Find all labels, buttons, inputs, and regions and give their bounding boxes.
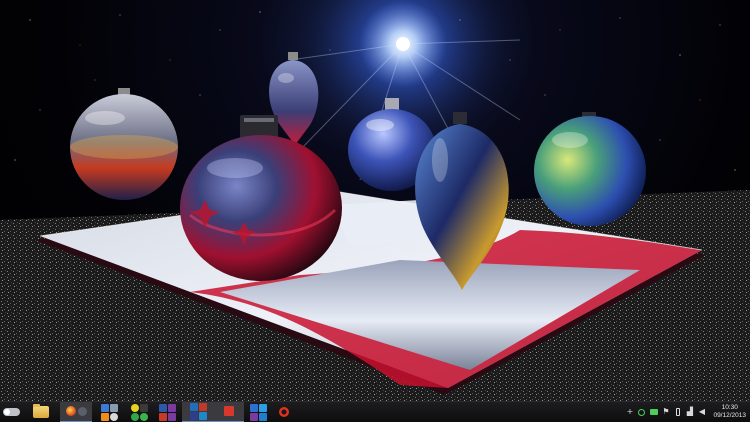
tools-group-button[interactable] <box>92 402 126 422</box>
tools-group-icon <box>100 403 118 421</box>
office-group-icon <box>158 403 176 421</box>
christmas-ornaments-wallpaper <box>0 0 750 401</box>
file-explorer-button[interactable] <box>22 402 60 422</box>
dell-icon <box>224 406 234 416</box>
taskbar: + ⚑ ▟ ◀ 10:30 09/12/2013 <box>0 401 750 422</box>
dell-button[interactable] <box>214 401 244 422</box>
volume-icon[interactable]: ◀ <box>697 408 706 417</box>
pocket-button[interactable] <box>272 402 296 422</box>
mail-group-button[interactable] <box>244 402 272 422</box>
action-center-flag-icon[interactable]: ⚑ <box>661 408 670 417</box>
firefox-button[interactable] <box>60 401 92 422</box>
desktop-wallpaper <box>0 0 750 401</box>
adobe-group-button[interactable] <box>182 401 214 422</box>
start-button[interactable] <box>0 402 22 422</box>
network-sync-icon[interactable] <box>637 408 646 417</box>
silver-ornament <box>70 88 178 200</box>
green-blue-ornament <box>534 112 646 226</box>
firefox-icon <box>65 406 76 416</box>
start-toggle-icon <box>2 408 20 416</box>
clock[interactable]: 10:30 09/12/2013 <box>713 404 746 420</box>
secondary-app-icon <box>77 406 87 416</box>
green-apps-icon <box>130 403 148 421</box>
display-icon[interactable] <box>649 408 658 417</box>
signal-icon[interactable]: ▟ <box>685 408 694 417</box>
mail-group-icon <box>249 403 267 421</box>
clock-date: 09/12/2013 <box>713 412 746 419</box>
green-apps-button[interactable] <box>126 402 152 422</box>
pocket-icon <box>279 407 289 417</box>
system-tray: + ⚑ ▟ ◀ 10:30 09/12/2013 <box>625 402 750 422</box>
folder-icon <box>33 404 49 418</box>
clock-time: 10:30 <box>721 404 738 411</box>
show-hidden-icon[interactable]: + <box>625 408 634 417</box>
big-red-ornament <box>180 115 342 281</box>
battery-icon[interactable] <box>673 408 682 417</box>
office-group-button[interactable] <box>152 402 182 422</box>
adobe-group-icon <box>189 402 207 420</box>
